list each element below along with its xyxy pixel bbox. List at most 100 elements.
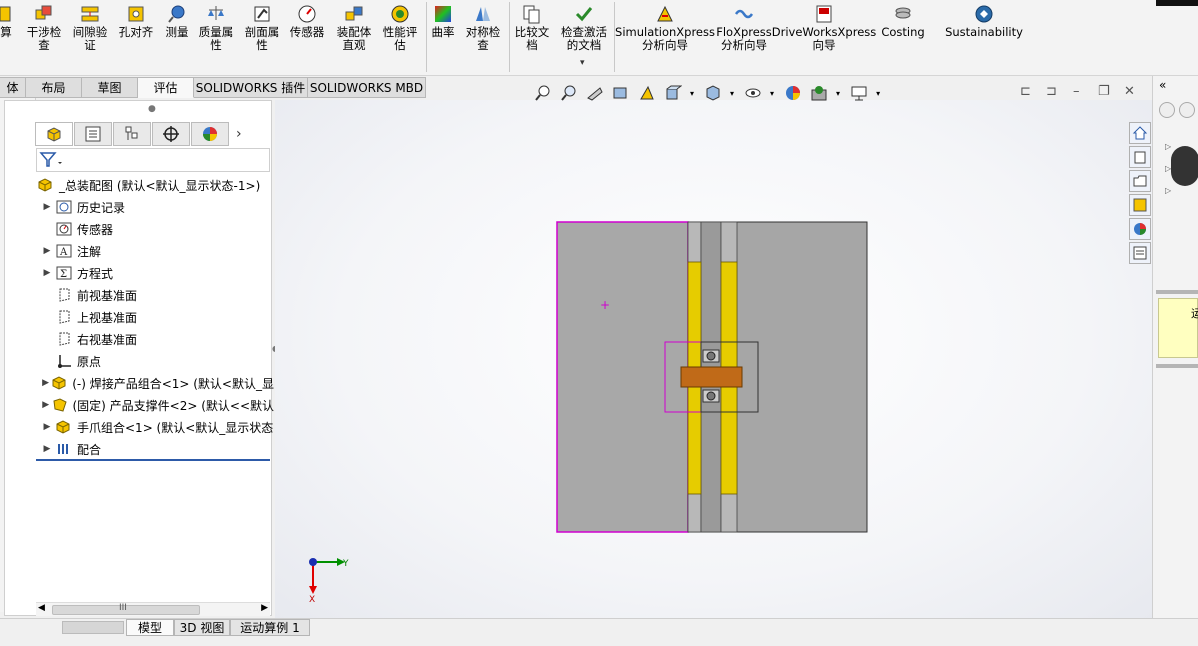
edit-appearance-icon[interactable]	[784, 84, 802, 102]
home-icon[interactable]	[1129, 122, 1151, 144]
expand-arrow-icon[interactable]: ▶	[40, 268, 54, 278]
mass-properties-button[interactable]: 质量属 性	[196, 4, 236, 52]
tab-model[interactable]: 模型	[126, 619, 174, 636]
tree-horizontal-scrollbar[interactable]: ◀ III ▶	[36, 602, 270, 616]
chevron-right-icon[interactable]: ›	[236, 126, 242, 142]
tab-sketch[interactable]: 草图	[82, 77, 138, 98]
gripper-jaw[interactable]	[680, 366, 743, 388]
tab-feature-manager[interactable]	[35, 122, 73, 146]
scroll-right-icon[interactable]: ▶	[261, 603, 268, 613]
model-view[interactable]: + X Y	[275, 100, 1152, 620]
sensor-button[interactable]: 传感器	[286, 4, 328, 39]
driveworksxpress-button[interactable]: DriveWorksXpress 向导	[772, 4, 876, 52]
tree-item-right-plane[interactable]: 右视基准面	[40, 328, 274, 350]
expand-arrow-icon[interactable]: ▷	[1165, 186, 1171, 195]
tree-item-welded-assembly[interactable]: ▶ (-) 焊接产品组合<1> (默认<默认_显	[40, 372, 274, 394]
tab-display-manager[interactable]	[191, 122, 229, 146]
previous-view-icon[interactable]	[586, 84, 604, 102]
chevron-down-icon[interactable]: ▾	[580, 58, 585, 68]
expand-arrow-icon[interactable]: ▶	[40, 246, 54, 256]
tree-root-assembly[interactable]: _总装配图 (默认<默认_显示状态-1>)	[36, 174, 270, 196]
tree-item-mates[interactable]: ▶ 配合	[40, 438, 274, 460]
tree-filter[interactable]	[36, 148, 270, 172]
section-view-icon[interactable]	[612, 84, 630, 102]
view-settings-icon[interactable]	[850, 84, 868, 102]
tree-item-history[interactable]: ▶ 历史记录	[40, 196, 274, 218]
simulationxpress-button[interactable]: SimulationXpress 分析向导	[615, 4, 715, 52]
tab-property-manager[interactable]	[74, 122, 112, 146]
tab-3d-view[interactable]: 3D 视图	[174, 619, 230, 636]
chevron-down-icon[interactable]: ▾	[836, 89, 840, 98]
expand-arrow-icon[interactable]: ▶	[40, 400, 51, 410]
tree-item-equations[interactable]: ▶ Σ 方程式	[40, 262, 274, 284]
tab-layout[interactable]: 布局	[26, 77, 82, 98]
zoom-fit-icon[interactable]	[534, 84, 552, 102]
expand-arrow-icon[interactable]: ▷	[1165, 142, 1171, 151]
tree-item-front-plane[interactable]: 前视基准面	[40, 284, 274, 306]
expand-arrow-icon[interactable]: ▶	[40, 422, 54, 432]
restore-icon[interactable]: ❐	[1098, 84, 1110, 99]
ribbon-calc-button[interactable]: 算	[0, 4, 16, 39]
appearances-icon[interactable]	[1129, 218, 1151, 240]
tab-scroll-arrows[interactable]	[62, 621, 124, 634]
tile-right-icon[interactable]: ⊐	[1046, 84, 1057, 99]
scrollbar-thumb[interactable]: III	[52, 603, 200, 615]
assembly-visualization-button[interactable]: 装配体 直观	[334, 4, 374, 52]
chevron-down-icon[interactable]: ▾	[730, 89, 734, 98]
tab-solidworks-addins[interactable]: SOLIDWORKS 插件	[194, 77, 308, 98]
rollback-bar[interactable]	[36, 459, 270, 461]
expand-arrow-icon[interactable]: ▶	[40, 202, 54, 212]
tree-item-origin[interactable]: 原点	[40, 350, 274, 372]
symmetry-check-button[interactable]: 对称检 查	[462, 4, 504, 52]
tree-item-sensors[interactable]: 传感器	[40, 218, 274, 240]
tab-evaluate[interactable]: 评估	[138, 77, 194, 98]
tree-item-top-plane[interactable]: 上视基准面	[40, 306, 274, 328]
expand-arrow-icon[interactable]: ▶	[40, 378, 51, 388]
scene-icon[interactable]	[810, 84, 828, 102]
tree-item-gripper-assembly[interactable]: ▶ 手爪组合<1> (默认<默认_显示状态	[40, 416, 274, 438]
performance-evaluation-button[interactable]: 性能评 估	[380, 4, 420, 52]
tab-dimxpert[interactable]	[152, 122, 190, 146]
ribbon-separator	[426, 2, 427, 72]
zoom-area-icon[interactable]	[560, 84, 578, 102]
clearance-verify-button[interactable]: 间隙验 证	[70, 4, 110, 52]
tree-item-annotations[interactable]: ▶ A 注解	[40, 240, 274, 262]
costing-button[interactable]: Costing	[878, 4, 928, 39]
back-icon[interactable]	[1159, 102, 1175, 118]
forward-icon[interactable]	[1179, 102, 1195, 118]
section-properties-button[interactable]: 剖面属 性	[242, 4, 282, 52]
expand-arrow-icon[interactable]: ▶	[40, 444, 54, 454]
interference-check-button[interactable]: 干涉检 查	[24, 4, 64, 52]
compare-documents-button[interactable]: 比较文 档	[512, 4, 552, 52]
sustainability-button[interactable]: Sustainability	[945, 4, 1023, 39]
minimize-icon[interactable]: –	[1073, 84, 1080, 99]
panel-grip[interactable]: ●	[148, 104, 156, 114]
tab-solidworks-mbd[interactable]: SOLIDWORKS MBD	[308, 77, 426, 98]
collapse-left-icon[interactable]: «	[1159, 78, 1166, 92]
hole-align-button[interactable]: 孔对齐	[116, 4, 156, 39]
dynamic-annotation-icon[interactable]	[638, 84, 656, 102]
tree-item-product-support[interactable]: ▶ (固定) 产品支撑件<2> (默认<<默认	[40, 394, 274, 416]
chevron-down-icon[interactable]: ▾	[876, 89, 880, 98]
view-orientation-icon[interactable]	[664, 84, 682, 102]
chevron-down-icon[interactable]: ▾	[770, 89, 774, 98]
measure-button[interactable]: 测量	[160, 4, 194, 39]
tab-body[interactable]: 体	[0, 77, 26, 98]
check-active-document-button[interactable]: 检查激活 的文档	[556, 4, 612, 52]
custom-properties-icon[interactable]	[1129, 242, 1151, 264]
left-plate[interactable]	[556, 221, 689, 533]
floxpress-button[interactable]: FloXpress 分析向导	[716, 4, 772, 52]
scroll-left-icon[interactable]: ◀	[38, 603, 45, 613]
tab-motion-study[interactable]: 运动算例 1	[230, 619, 310, 636]
curvature-button[interactable]: 曲率	[428, 4, 458, 39]
tile-left-icon[interactable]: ⊏	[1020, 84, 1031, 99]
close-icon[interactable]: ✕	[1124, 84, 1135, 99]
view-palette-icon[interactable]	[1129, 194, 1151, 216]
design-library-icon[interactable]	[1129, 146, 1151, 168]
tab-configuration-manager[interactable]	[113, 122, 151, 146]
file-explorer-icon[interactable]	[1129, 170, 1151, 192]
display-style-icon[interactable]	[704, 84, 722, 102]
graphics-area[interactable]: + X Y	[275, 100, 1152, 620]
chevron-down-icon[interactable]: ▾	[690, 89, 694, 98]
hide-show-icon[interactable]	[744, 84, 762, 102]
